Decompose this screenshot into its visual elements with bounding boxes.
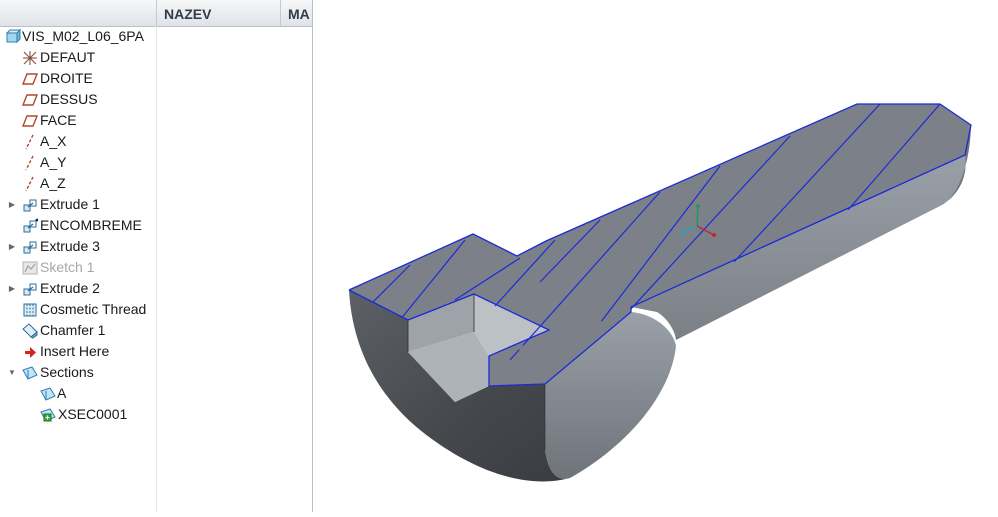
column-header-ma[interactable]: MA	[280, 0, 312, 26]
tree-item-label: Extrude 2	[40, 280, 100, 296]
datum-axis-icon	[22, 155, 38, 171]
tree-item-label: XSEC0001	[58, 406, 128, 422]
extrude-icon	[22, 239, 38, 255]
tree-item-label: FACE	[40, 112, 77, 128]
tree-item-label: ENCOMBREME	[40, 217, 142, 233]
column-header-name[interactable]: NAZEV	[156, 0, 280, 26]
tree-item-droite[interactable]: DROITE	[0, 68, 156, 89]
tree-item-label: Sketch 1	[40, 259, 95, 275]
collapse-arrow-icon[interactable]: ▼	[7, 362, 17, 383]
tree-item-label: A	[57, 385, 67, 401]
tree-item-label: DESSUS	[40, 91, 98, 107]
datum-axis-icon	[22, 176, 38, 192]
tree-item-label: Insert Here	[40, 343, 110, 359]
tree-item-label: DEFAUT	[40, 49, 96, 65]
tree-item-insert-here[interactable]: Insert Here	[0, 341, 156, 362]
tree-item-label: Chamfer 1	[40, 322, 106, 338]
tree-item-cosmetic-thread[interactable]: Cosmetic Thread	[0, 299, 156, 320]
tree-item-extrude-1[interactable]: ▶ Extrude 1	[0, 194, 156, 215]
model-render[interactable]	[313, 0, 998, 512]
datum-plane-icon	[21, 113, 39, 129]
extrude-icon	[22, 197, 38, 213]
extrude-icon	[22, 281, 38, 297]
tree-item-label: Cosmetic Thread	[40, 301, 147, 317]
coordinate-system-icon	[22, 50, 38, 66]
tree-item-label: A_X	[40, 133, 67, 149]
tree-item-section-a[interactable]: A	[0, 383, 156, 404]
tree-item-xsec0001[interactable]: XSEC0001	[0, 404, 156, 425]
datum-plane-icon	[21, 71, 39, 87]
expand-arrow-icon[interactable]: ▶	[7, 236, 17, 257]
tree-item-part[interactable]: VIS_M02_L06_6PA	[0, 26, 156, 47]
cosmetic-thread-icon	[22, 302, 38, 318]
tree-item-defaut[interactable]: DEFAUT	[0, 47, 156, 68]
tree-item-face[interactable]: FACE	[0, 110, 156, 131]
extrude-icon	[22, 218, 39, 234]
tree-item-chamfer-1[interactable]: Chamfer 1	[0, 320, 156, 341]
model-tree-panel: NAZEV MA VIS_M02_L06_6PA DEFAUT DROITE D…	[0, 0, 313, 512]
datum-plane-icon	[21, 92, 39, 108]
tree-item-a-z[interactable]: A_Z	[0, 173, 156, 194]
tree-item-label: A_Y	[40, 154, 67, 170]
section-icon	[40, 386, 56, 402]
tree-item-extrude-2[interactable]: ▶ Extrude 2	[0, 278, 156, 299]
tree-item-label: Extrude 3	[40, 238, 100, 254]
expand-arrow-icon[interactable]: ▶	[7, 278, 17, 299]
sketch-icon	[22, 260, 38, 276]
tree-item-encombrement[interactable]: ENCOMBREME	[0, 215, 156, 236]
tree-item-sections[interactable]: ▼ Sections	[0, 362, 156, 383]
tree-item-label: Extrude 1	[40, 196, 100, 212]
part-icon	[5, 28, 22, 45]
tree-list: VIS_M02_L06_6PA DEFAUT DROITE DESSUS FAC…	[0, 26, 156, 512]
tree-item-a-y[interactable]: A_Y	[0, 152, 156, 173]
tree-item-sketch-1[interactable]: Sketch 1	[0, 257, 156, 278]
sections-icon	[22, 365, 38, 381]
datum-axis-icon	[22, 134, 38, 150]
insert-arrow-icon	[22, 344, 38, 360]
tree-item-extrude-3[interactable]: ▶ Extrude 3	[0, 236, 156, 257]
graphics-viewport[interactable]	[313, 0, 998, 512]
tree-item-label: A_Z	[40, 175, 66, 191]
tree-item-a-x[interactable]: A_X	[0, 131, 156, 152]
tree-item-label: VIS_M02_L06_6PA	[22, 28, 144, 44]
expand-arrow-icon[interactable]: ▶	[7, 194, 17, 215]
tree-item-label: DROITE	[40, 70, 93, 86]
xsec-icon	[40, 407, 56, 423]
tree-header: NAZEV MA	[0, 0, 312, 27]
tree-item-dessus[interactable]: DESSUS	[0, 89, 156, 110]
tree-item-label: Sections	[40, 364, 94, 380]
chamfer-icon	[22, 323, 38, 339]
column-divider	[156, 26, 157, 512]
